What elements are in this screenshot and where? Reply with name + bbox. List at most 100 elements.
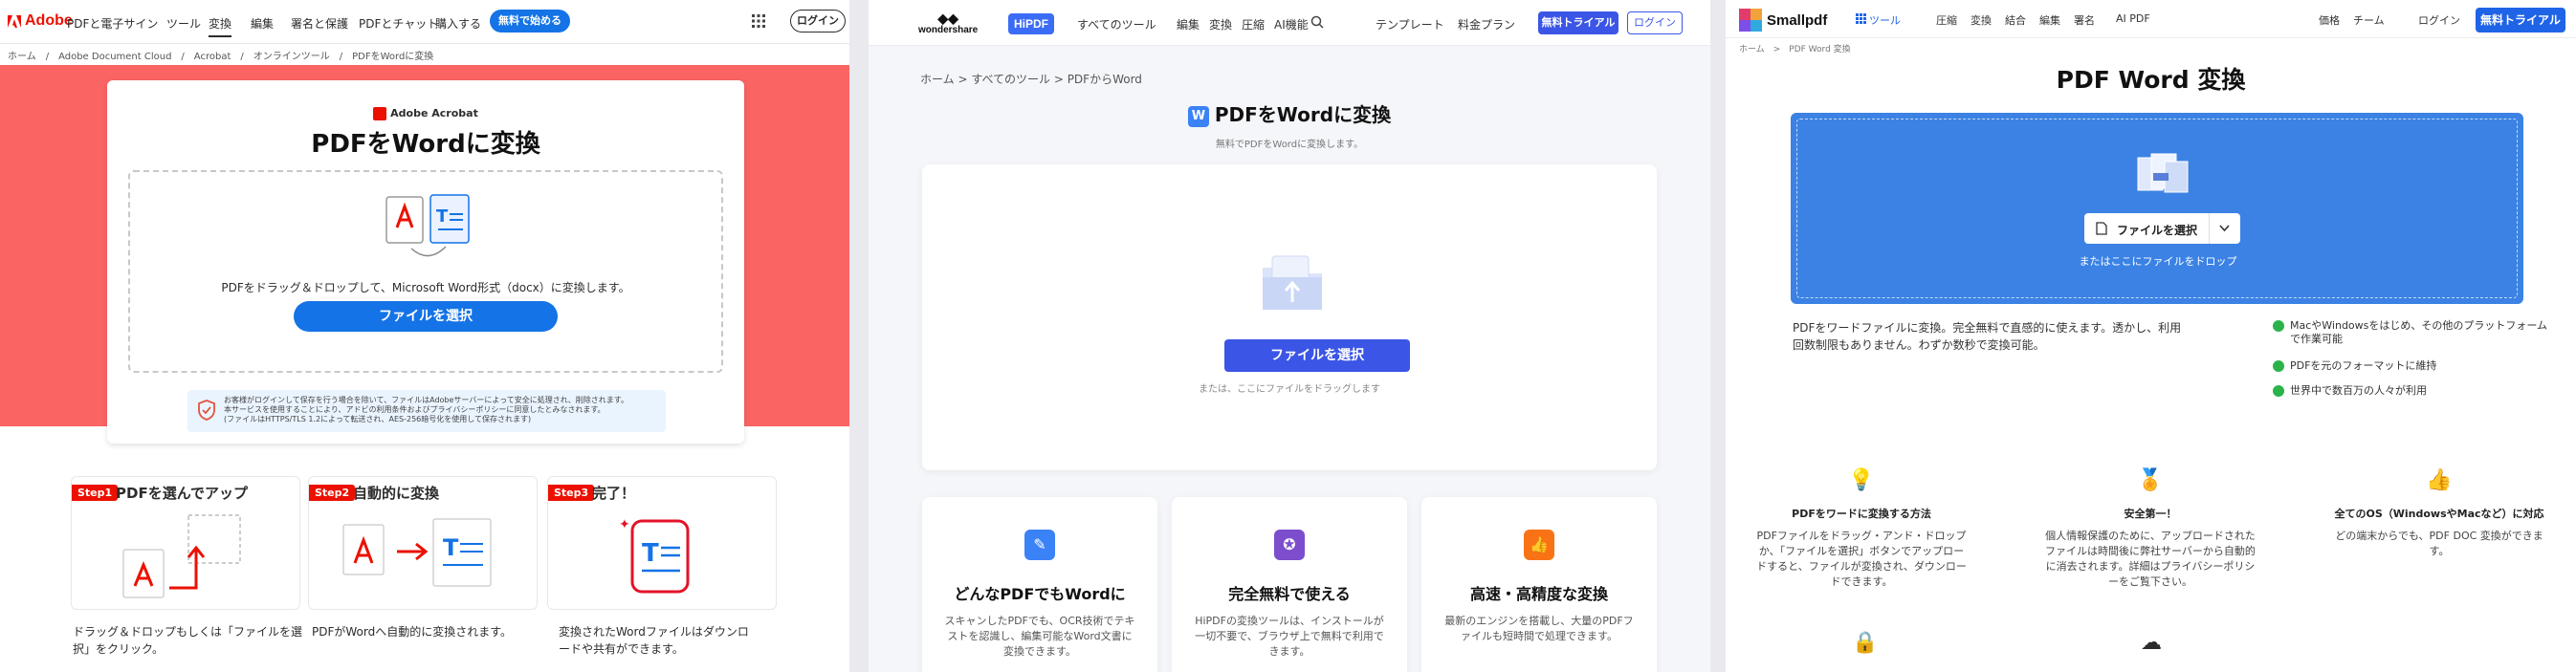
login-link[interactable]: ログイン — [2418, 12, 2460, 28]
adobe-logo-icon — [8, 14, 21, 28]
search-icon[interactable] — [1310, 15, 1324, 29]
nav-merge[interactable]: 結合 — [2005, 12, 2026, 28]
upload-card[interactable]: ファイルを選択 または、ここにファイルをドラッグします — [922, 164, 1657, 470]
shield-icon — [198, 400, 215, 421]
select-file-button[interactable]: ファイルを選択 — [1224, 339, 1410, 372]
step-tag: Step1 — [72, 485, 119, 501]
feature-card-1: ✎ どんなPDFでもWordに スキャンしたPDFでも、OCR技術でテキストを認… — [922, 497, 1157, 672]
converter-card: Adobe Acrobat PDFをWordに変換 T PDFをドラッグ＆ドロッ… — [107, 80, 744, 444]
nav-ai[interactable]: AI機能 — [1274, 16, 1309, 33]
adobe-logo-text: Adobe — [25, 12, 73, 29]
nav-ai-pdf[interactable]: AI PDF — [2116, 12, 2150, 25]
step-card-2: Step2 自動的に変換 T — [308, 476, 538, 610]
nav-pdf-esign[interactable]: PDFと電子サイン — [67, 15, 158, 32]
page-title: PDF Word 変換 — [2056, 66, 2246, 94]
breadcrumb[interactable]: ホーム > すべてのツール > PDFからWord — [920, 71, 1142, 87]
acrobat-icon — [373, 107, 387, 120]
page-subtitle: 無料でPDFをWordに変換します。 — [1215, 140, 1364, 150]
step-title: 完了！ — [592, 485, 636, 502]
smallpdf-logo[interactable]: Smallpdf — [1739, 9, 1827, 32]
cloud-icon: ☁ — [2141, 631, 2162, 655]
feature-title: どんなPDFでもWordに — [954, 585, 1126, 603]
edit-icon: ✎ — [1024, 530, 1055, 560]
hipdf-panel: ◆◆ wondershare HiPDF すべてのツール 編集 変換 圧縮 AI… — [869, 0, 1710, 672]
nav-edit[interactable]: 編集 — [1177, 16, 1200, 33]
feature-card-2: ✪ 完全無料で使える HiPDFの変換ツールは、インストールが一切不要で、ブラウ… — [1172, 497, 1407, 672]
hipdf-logo[interactable]: HiPDF — [1008, 13, 1054, 34]
feature-check-2: PDFを元のフォーマットに維持 — [2273, 359, 2550, 373]
feature-check-3: 世界中で数百万の人々が利用 — [2273, 384, 2550, 398]
nav-compress[interactable]: 圧縮 — [1242, 16, 1265, 33]
nav-tools[interactable]: ツール — [166, 15, 201, 32]
intro-text: PDFをワードファイルに変換。完全無料で直感的に使えます。透かし、利用回数制限も… — [1793, 321, 2182, 352]
nav-all-tools[interactable]: すべてのツール — [1077, 16, 1156, 33]
nav-buy[interactable]: 購入する — [435, 15, 481, 32]
drop-hint: またはここにファイルをドロップ — [2079, 255, 2237, 268]
nav-tools[interactable]: ツール — [1869, 12, 1901, 28]
feature-check-1: MacやWindowsをはじめ、その他のプラットフォームで作業可能 — [2273, 319, 2550, 346]
acrobat-brand: Adobe Acrobat — [107, 107, 744, 120]
info-column-2: 🏅 安全第一！ 個人情報保護のために、アップロードされたファイルは時間後に弊社サ… — [2045, 468, 2256, 590]
drop-zone[interactable]: T PDFをドラッグ＆ドロップして、Microsoft Word形式（docx）… — [128, 170, 723, 373]
svg-text:T: T — [642, 539, 659, 568]
adobe-panel: Adobe PDFと電子サイン ツール 変換 編集 署名と保護 PDFとチャット… — [0, 0, 849, 672]
free-trial-button[interactable]: 無料トライアル — [1538, 11, 1618, 34]
chevron-down-icon[interactable] — [2219, 225, 2230, 232]
nav-convert[interactable]: 変換 — [1209, 16, 1232, 33]
drop-zone[interactable]: ファイルを選択 またはここにファイルをドロップ — [1791, 113, 2523, 304]
choose-file-button[interactable]: ファイルを選択 — [2084, 213, 2240, 244]
svg-text:T: T — [436, 206, 449, 227]
nav-pricing[interactable]: 価格 — [2319, 12, 2340, 28]
nav-convert[interactable]: 変換 — [1971, 12, 1992, 28]
step-description-2: PDFがWordへ自動的に変換されます。 — [312, 625, 513, 639]
login-button[interactable]: ログイン — [1627, 11, 1683, 34]
breadcrumb[interactable]: ホーム / Adobe Document Cloud / Acrobat / オ… — [8, 48, 433, 62]
nav-teams[interactable]: チーム — [2353, 12, 2385, 28]
wondershare-logo-icon: ◆◆ — [937, 11, 958, 26]
nav-convert[interactable]: 変換 — [209, 15, 232, 37]
thumbs-up-icon: 👍 — [2426, 468, 2453, 492]
breadcrumb[interactable]: ホーム > PDF Word 変換 — [1739, 42, 1851, 54]
feature-title: 完全無料で使える — [1228, 585, 1351, 603]
drop-instructions: PDFをドラッグ＆ドロップして、Microsoft Word形式（docx）に変… — [221, 281, 630, 294]
step-title: PDFを選んでアップ — [116, 485, 248, 502]
lightbulb-icon: 💡 — [1848, 468, 1875, 492]
check-icon — [2273, 385, 2284, 397]
nav-pdf-chat[interactable]: PDFとチャット — [359, 15, 438, 32]
nav-edit[interactable]: 編集 — [251, 15, 274, 32]
step-description-3: 変換されたWordファイルはダウンロードや共有ができます。 — [559, 625, 749, 656]
step-tag: Step3 — [548, 485, 595, 501]
drop-hint: または、ここにファイルをドラッグします — [1199, 384, 1380, 395]
feature-check-text: PDFを元のフォーマットに維持 — [2290, 359, 2437, 372]
start-free-button[interactable]: 無料で始める — [490, 10, 570, 33]
login-button[interactable]: ログイン — [790, 10, 846, 33]
feature-description: スキャンしたPDFでも、OCR技術でテキストを認識し、編集可能なWord文書に変… — [944, 615, 1135, 658]
nav-sign[interactable]: 署名 — [2074, 12, 2095, 28]
info-description: PDFファイルをドラッグ・アンド・ドロップか、「ファイルを選択」ボタンでアップロ… — [1756, 530, 1967, 588]
app-grid-icon[interactable] — [752, 14, 765, 28]
nav-templates[interactable]: テンプレート — [1376, 16, 1444, 33]
adobe-logo[interactable]: Adobe — [8, 12, 73, 30]
nav-pricing[interactable]: 料金プラン — [1458, 16, 1515, 33]
info-description: 個人情報保護のために、アップロードされたファイルは時間後に弊社サーバーから自動的… — [2045, 530, 2256, 588]
privacy-notice: お客様がログインして保存を行う場合を除いて、ファイルはAdobeサーバーによって… — [187, 390, 666, 432]
nav-edit[interactable]: 編集 — [2039, 12, 2060, 28]
step-card-1: Step1 PDFを選んでアップ — [71, 476, 300, 610]
info-column-1: 💡 PDFをワードに変換する方法 PDFファイルをドラッグ・アンド・ドロップか、… — [1756, 468, 1967, 590]
free-trial-button[interactable]: 無料トライアル — [2476, 8, 2565, 33]
file-icon — [2096, 222, 2107, 235]
info-description: どの端末からでも、PDF DOC 変換ができます。 — [2335, 530, 2543, 557]
choose-file-label: ファイルを選択 — [2117, 224, 2198, 237]
nav-sign-protect[interactable]: 署名と保護 — [291, 15, 348, 32]
nav-compress[interactable]: 圧縮 — [1936, 12, 1957, 28]
privacy-notice-line2: 本サービスを使用することにより、アドビの利用条件およびプライバシーポリシーに同意… — [224, 405, 605, 414]
word-icon: W — [1187, 105, 1209, 127]
feature-description: HiPDFの変換ツールは、インストールが一切不要で、ブラウザ上で無料で利用できま… — [1195, 615, 1384, 658]
info-title: PDFをワードに変換する方法 — [1792, 508, 1931, 520]
wondershare-logo[interactable]: ◆◆ wondershare — [918, 11, 978, 35]
divider — [2209, 213, 2210, 244]
feature-card-3: 👍 高速・高精度な変換 最新のエンジンを搭載し、大量のPDFファイルも短時間で処… — [1421, 497, 1657, 672]
word-document-icon: T ✦ — [619, 517, 690, 594]
select-file-button[interactable]: ファイルを選択 — [294, 301, 558, 332]
medal-icon: ✪ — [1274, 530, 1305, 560]
